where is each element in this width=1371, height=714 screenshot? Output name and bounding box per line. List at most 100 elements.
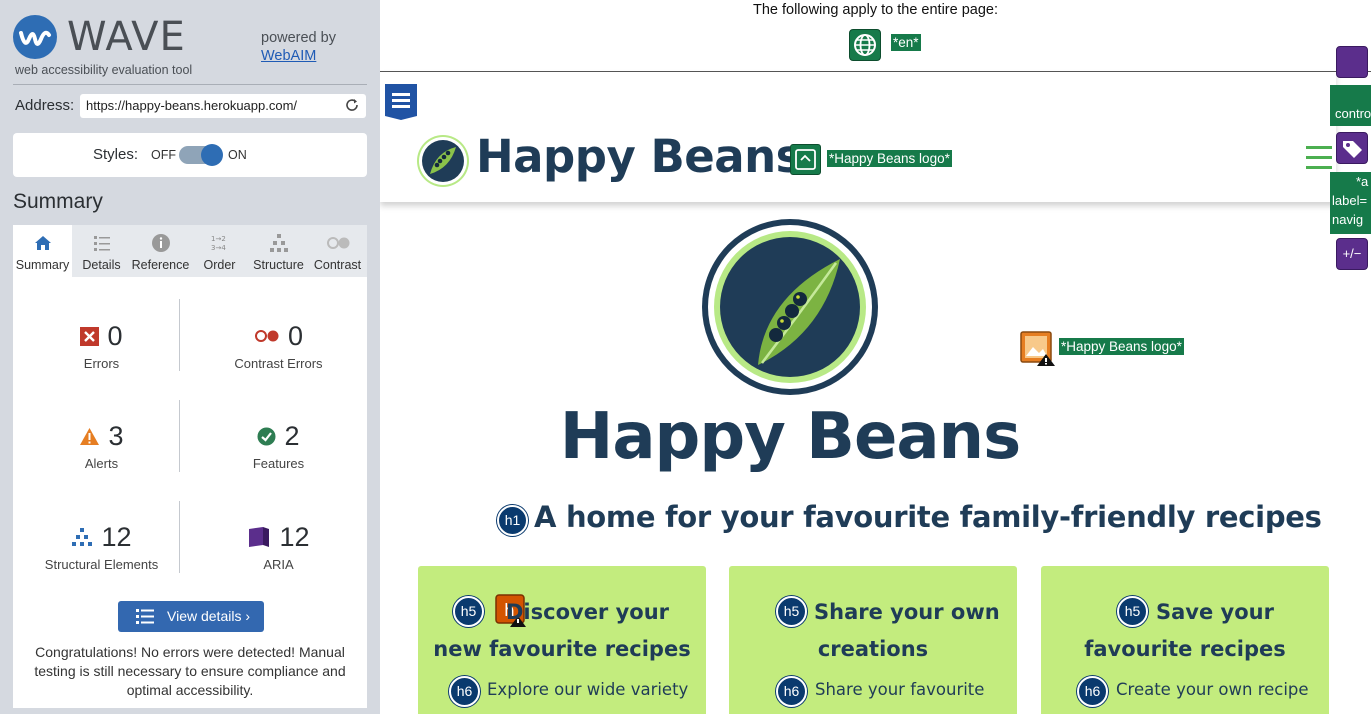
errors-label: Errors (83, 356, 120, 371)
svg-text:1→2: 1→2 (211, 235, 226, 243)
styles-toggle[interactable] (179, 144, 223, 166)
aria-expanded-icon[interactable]: +/− (1336, 238, 1368, 270)
tab-details[interactable]: Details (72, 225, 131, 277)
aria-tag-icon[interactable] (1336, 132, 1368, 164)
tab-order[interactable]: 1→2 3→4 Order (190, 225, 249, 277)
card-subheading: Explore our wide variety (487, 680, 689, 699)
contrast-errors-stat[interactable]: 0 Contrast Errors (190, 320, 367, 372)
card-subheading: Share your favourite (815, 680, 985, 699)
card-heading: Discover your new favourite recipes (418, 594, 706, 668)
feature-card: h5 h Discover your new favourite recipes… (418, 566, 706, 714)
logo-alt-tag: *Happy Beans logo* (827, 150, 952, 167)
address-label: Address: (15, 97, 75, 114)
alerts-stat[interactable]: 3 Alerts (13, 420, 190, 471)
tab-label: Reference (131, 258, 190, 272)
card-heading: Share your own creations (729, 594, 1017, 668)
hero-logo-image[interactable] (700, 217, 880, 397)
home-icon (34, 236, 51, 250)
menu-hamburger-icon[interactable] (1306, 146, 1332, 170)
card-heading-line: new favourite recipes (433, 637, 691, 661)
site-content: Happy Beans *Happy Beans logo* control *… (380, 46, 1371, 714)
features-count: 2 (284, 420, 300, 451)
styles-on-label: ON (228, 148, 247, 162)
document-icon[interactable] (384, 83, 418, 121)
styles-off-label: OFF (151, 148, 176, 162)
tab-contrast[interactable]: Contrast (308, 225, 367, 277)
alerts-count: 3 (108, 420, 124, 451)
hero-title: Happy Beans (559, 400, 1021, 474)
panel-tabs: Summary Details Reference 1→2 3→4 Order S… (13, 225, 367, 277)
wave-sidebar: WAVE web accessibility evaluation tool p… (0, 0, 380, 714)
webaim-link[interactable]: WebAIM (261, 48, 316, 64)
list-icon (136, 609, 154, 624)
error-icon (80, 326, 100, 346)
aria-label-line: label= (1332, 193, 1368, 208)
card-heading-line: creations (817, 637, 929, 661)
site-title[interactable]: Happy Beans (476, 130, 802, 183)
tab-label: Details (82, 258, 121, 272)
contrast-errors-label: Contrast Errors (234, 356, 323, 371)
card-heading-line: favourite recipes (1084, 637, 1286, 661)
toggle-knob[interactable] (201, 144, 223, 166)
features-stat[interactable]: 2 Features (190, 420, 367, 472)
card-heading-line: Save your (1156, 600, 1274, 624)
structure-icon (269, 234, 288, 252)
happy-beans-logo-icon[interactable] (416, 134, 470, 188)
feature-check-icon (257, 427, 276, 445)
tab-summary[interactable]: Summary (13, 225, 72, 277)
features-label: Features (252, 456, 305, 471)
feature-card: h5 Save your favourite recipes h6 Create… (1041, 566, 1329, 714)
image-alert-icon[interactable] (1020, 331, 1056, 367)
aria-stat[interactable]: 12 ARIA (190, 521, 367, 572)
errors-stat[interactable]: 0 Errors (13, 320, 190, 371)
card-heading-line: Share your own (814, 600, 1000, 624)
view-details-label: View details › (167, 608, 251, 624)
alerts-label: Alerts (84, 456, 119, 471)
structural-count: 12 (101, 521, 132, 552)
globe-icon[interactable] (849, 29, 881, 61)
tab-reference[interactable]: Reference (131, 225, 190, 277)
errors-count: 0 (107, 320, 123, 351)
app-title: WAVE (67, 14, 186, 60)
h6-icon[interactable]: h6 (1077, 676, 1108, 707)
refresh-icon[interactable] (344, 97, 360, 113)
powered-by-text: powered by (261, 30, 336, 46)
control-tag-text: control (1335, 106, 1371, 121)
info-icon (151, 234, 170, 252)
summary-panel: 0 Errors 0 Contrast Errors 3 Alerts 2 Fe… (13, 277, 367, 708)
tab-label: Contrast (313, 258, 362, 272)
page-notice: The following apply to the entire page: (752, 2, 999, 18)
h1-icon[interactable]: h1 (497, 505, 528, 536)
page-level-bar: The following apply to the entire page: … (380, 0, 1371, 72)
h6-icon[interactable]: h6 (449, 676, 480, 707)
summary-heading: Summary (13, 190, 103, 213)
address-value[interactable]: https://happy-beans.herokuapp.com/ (86, 98, 297, 113)
structural-stat[interactable]: 12 Structural Elements (13, 521, 190, 573)
tab-structure[interactable]: Structure (249, 225, 308, 277)
aria-label-line: navig (1332, 212, 1364, 227)
list-icon (93, 236, 110, 251)
control-tag: control (1330, 85, 1371, 126)
card-subheading: Create your own recipe (1116, 680, 1309, 699)
address-input[interactable]: https://happy-beans.herokuapp.com/ (80, 94, 366, 118)
tab-label: Summary (15, 258, 70, 272)
aria-icon (249, 527, 270, 547)
view-details-button[interactable]: View details › (118, 601, 264, 632)
aria-indicators: control *a label= navig +/− (1330, 46, 1371, 714)
contrast-error-icon (254, 330, 279, 342)
aria-label-tag: *a label= navig (1330, 172, 1371, 234)
main-heading: A home for your favourite family-friendl… (534, 500, 1322, 534)
congrats-message: Congratulations! No errors were detected… (34, 644, 346, 698)
aria-icon[interactable] (1336, 46, 1368, 78)
alert-icon (80, 427, 100, 445)
tab-label: Order (203, 258, 236, 272)
contrast-icon (326, 237, 349, 249)
app-subtitle: web accessibility evaluation tool (15, 63, 193, 77)
card-heading-line: Discover your (506, 600, 670, 624)
styles-toggle-panel: Styles: OFF ON (13, 133, 367, 177)
feature-card: h5 Share your own creations h6 Share you… (729, 566, 1017, 714)
linked-image-icon[interactable] (790, 144, 821, 175)
h6-icon[interactable]: h6 (776, 676, 807, 707)
order-icon: 1→23→4 (211, 235, 226, 252)
wave-logo-icon (13, 15, 57, 59)
